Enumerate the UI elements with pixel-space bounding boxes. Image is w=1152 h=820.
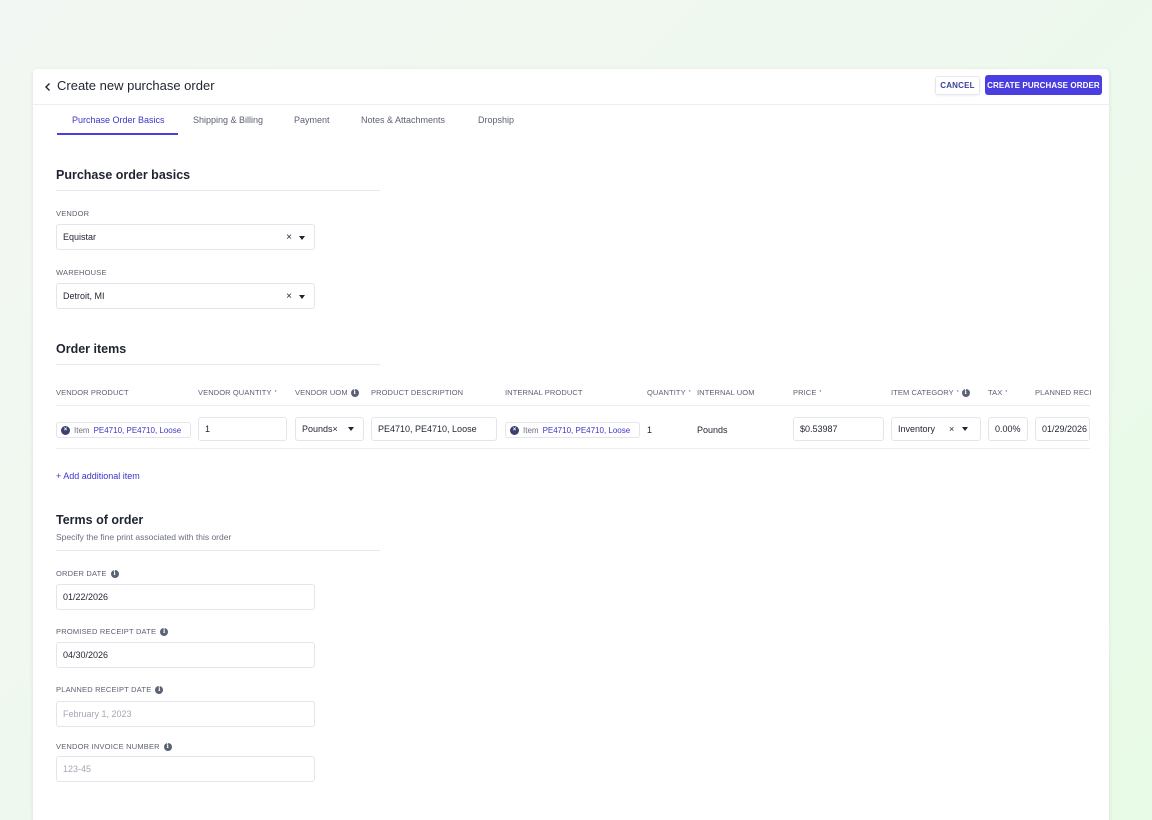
col-vendor-quantity: VENDOR QUANTITY *: [198, 388, 277, 397]
planned-receipt-input[interactable]: 01/29/2026: [1035, 417, 1090, 441]
tab-shipping-billing[interactable]: Shipping & Billing: [193, 115, 263, 125]
promised-receipt-date-input[interactable]: 04/30/2026: [56, 642, 315, 668]
section-subtitle-terms: Specify the fine print associated with t…: [56, 532, 232, 542]
create-purchase-order-button[interactable]: CREATE PURCHASE ORDER: [985, 75, 1102, 95]
vendor-label: VENDOR: [56, 209, 90, 218]
col-tax: TAX *: [988, 388, 1008, 397]
vendor-quantity-input[interactable]: 1: [198, 417, 287, 441]
order-date-label: ORDER DATE i: [56, 569, 119, 578]
close-icon[interactable]: ×: [333, 424, 338, 434]
divider: [56, 550, 380, 551]
item-category-select[interactable]: Inventory ×: [891, 417, 981, 441]
col-quantity: QUANTITY *: [647, 388, 691, 397]
page-header: Create new purchase order CANCEL CREATE …: [33, 69, 1109, 105]
purchase-order-card: Create new purchase order CANCEL CREATE …: [33, 69, 1109, 820]
planned-receipt-date-label: PLANNED RECEIPT DATE i: [56, 685, 164, 694]
add-additional-item-link[interactable]: + Add additional item: [56, 471, 140, 481]
vendor-invoice-number-input[interactable]: 123-45: [56, 756, 315, 782]
section-title-terms: Terms of order: [56, 513, 144, 527]
tab-purchase-order-basics[interactable]: Purchase Order Basics: [72, 115, 165, 125]
caret-down-icon[interactable]: [347, 427, 354, 431]
col-internal-product: INTERNAL PRODUCT: [505, 388, 583, 397]
col-internal-uom: INTERNAL UOM: [697, 388, 755, 397]
row-divider: [56, 448, 1090, 449]
promised-receipt-date-label: PROMISED RECEIPT DATE i: [56, 627, 169, 636]
section-title-basics: Purchase order basics: [56, 168, 191, 182]
col-item-category: ITEM CATEGORY * i: [891, 388, 970, 397]
caret-down-icon[interactable]: [299, 295, 305, 299]
vendor-uom-select[interactable]: Pounds ×: [295, 417, 364, 441]
product-description-input[interactable]: PE4710, PE4710, Loose: [371, 417, 497, 441]
close-icon[interactable]: ×: [286, 232, 292, 243]
warehouse-select[interactable]: Detroit, MI ×: [56, 283, 315, 309]
col-price: PRICE *: [793, 388, 822, 397]
active-tab-indicator: [57, 133, 178, 135]
divider: [56, 190, 380, 191]
col-planned-receipt: PLANNED RECI: [1035, 388, 1092, 397]
divider: [56, 364, 380, 365]
price-input[interactable]: $0.53987: [793, 417, 884, 441]
caret-down-icon[interactable]: [299, 236, 305, 240]
page-title: Create new purchase order: [57, 78, 215, 93]
internal-product-chip[interactable]: × Item PE4710, PE4710, Loose: [505, 422, 640, 438]
warehouse-label: WAREHOUSE: [56, 268, 107, 277]
planned-receipt-date-input[interactable]: February 1, 2023: [56, 701, 315, 727]
order-date-input[interactable]: 01/22/2026: [56, 584, 315, 610]
col-product-description: PRODUCT DESCRIPTION: [371, 388, 464, 397]
close-icon[interactable]: ×: [949, 424, 954, 434]
caret-down-icon[interactable]: [962, 427, 969, 431]
quantity-value: 1: [647, 425, 653, 435]
tax-input[interactable]: 0.00%: [988, 417, 1028, 441]
col-vendor-uom: VENDOR UOM i: [295, 388, 359, 397]
vendor-product-chip[interactable]: × Item PE4710, PE4710, Loose: [56, 422, 191, 438]
col-vendor-product: VENDOR PRODUCT: [56, 388, 129, 397]
table-header-divider: [56, 405, 1090, 406]
internal-uom-value: Pounds: [697, 425, 728, 435]
tab-notes-attachments[interactable]: Notes & Attachments: [361, 115, 445, 125]
close-icon[interactable]: ×: [286, 291, 292, 302]
vendor-select[interactable]: Equistar ×: [56, 224, 315, 250]
close-icon[interactable]: ×: [61, 425, 70, 435]
section-title-order-items: Order items: [56, 342, 127, 356]
cancel-button[interactable]: CANCEL: [935, 76, 980, 95]
info-icon[interactable]: i: [155, 685, 164, 694]
chevron-left-icon[interactable]: [39, 78, 57, 96]
tab-payment[interactable]: Payment: [294, 115, 330, 125]
vendor-value: Equistar: [63, 232, 97, 242]
vendor-invoice-number-label: VENDOR INVOICE NUMBER i: [56, 742, 172, 751]
info-icon[interactable]: i: [961, 388, 970, 397]
info-icon[interactable]: i: [110, 569, 119, 578]
info-icon[interactable]: i: [350, 388, 359, 397]
tab-bar: Purchase Order Basics Shipping & Billing…: [57, 105, 1057, 135]
tab-dropship[interactable]: Dropship: [478, 115, 514, 125]
info-icon[interactable]: i: [163, 742, 172, 751]
warehouse-value: Detroit, MI: [63, 291, 105, 301]
close-icon[interactable]: ×: [510, 425, 519, 435]
info-icon[interactable]: i: [160, 627, 169, 636]
